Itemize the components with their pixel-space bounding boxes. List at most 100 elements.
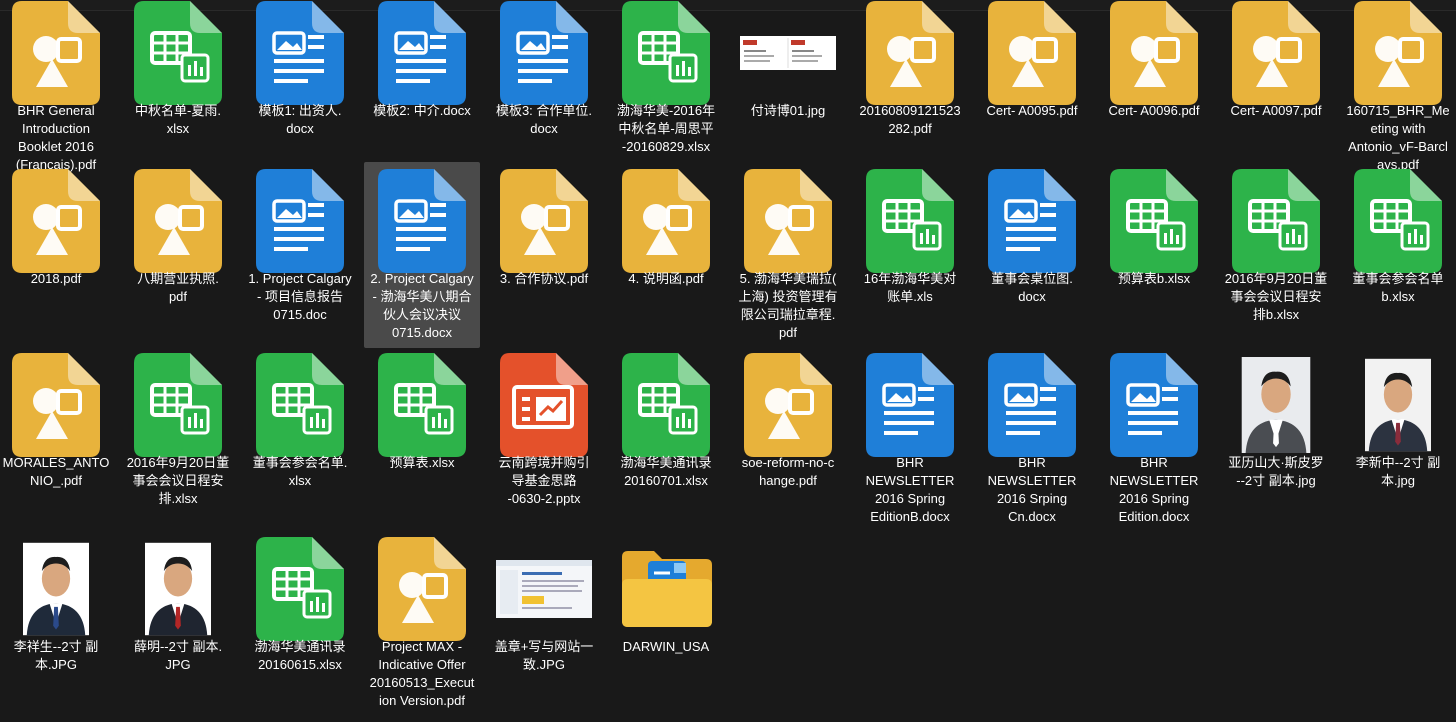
document-file-icon xyxy=(974,166,1090,276)
file-item[interactable]: 董事会桌位图. docx xyxy=(974,166,1090,306)
file-name: 160715_BHR_Me eting with Antonio_vF-Barc… xyxy=(1346,103,1450,172)
file-item[interactable]: 预算表b.xlsx xyxy=(1096,166,1212,288)
file-name: soe-reform-no-c hange.pdf xyxy=(741,455,835,488)
file-item[interactable]: 董事会参会名单. xlsx xyxy=(242,350,358,490)
file-item[interactable]: 模板3: 合作单位. docx xyxy=(486,0,602,138)
file-name: BHR NEWSLETTER 2016 Spring Edition.docx xyxy=(1109,455,1199,524)
spreadsheet-file-icon xyxy=(608,350,724,460)
file-item[interactable]: 李新中--2寸 副 本.jpg xyxy=(1340,350,1456,490)
file-item[interactable]: BHR NEWSLETTER 2016 Srping Cn.docx xyxy=(974,350,1090,526)
file-item[interactable]: 模板2: 中介.docx xyxy=(364,0,480,120)
file-name: 云南跨境并购引 导基金思路 -0630-2.pptx xyxy=(498,455,590,506)
file-item[interactable]: 2016年9月20日董 事会会议日程安 排.xlsx xyxy=(120,350,236,508)
file-name: 盖章+写与网站一 致.JPG xyxy=(494,639,594,672)
folder-icon xyxy=(608,534,724,644)
file-item[interactable]: 付诗博01.jpg xyxy=(730,0,846,120)
file-item[interactable]: 2. Project Calgary - 渤海华美八期合 伙人会议决议 0715… xyxy=(364,162,480,348)
file-item[interactable]: 盖章+写与网站一 致.JPG xyxy=(486,534,602,674)
file-item[interactable]: 中秋名单-夏雨. xlsx xyxy=(120,0,236,138)
file-name: 20160809121523 282.pdf xyxy=(859,103,961,136)
document-file-icon xyxy=(1096,350,1212,460)
file-item[interactable]: BHR General Introduction Booklet 2016 (F… xyxy=(0,0,114,174)
pdf-file-icon xyxy=(0,350,114,460)
file-item[interactable]: Cert- A0095.pdf xyxy=(974,0,1090,120)
file-name: 2016年9月20日董 事会会议日程安 排.xlsx xyxy=(126,455,230,506)
document-file-icon xyxy=(364,166,480,276)
document-file-icon xyxy=(242,0,358,108)
file-item[interactable]: 薛明--2寸 副本. JPG xyxy=(120,534,236,674)
image-thumbnail xyxy=(486,534,602,644)
file-item[interactable]: soe-reform-no-c hange.pdf xyxy=(730,350,846,490)
file-name: Project MAX - Indicative Offer 20160513_… xyxy=(369,639,475,708)
file-item[interactable]: 预算表.xlsx xyxy=(364,350,480,472)
file-item[interactable]: 16年渤海华美对 账单.xls xyxy=(852,166,968,306)
file-item[interactable]: 1. Project Calgary - 项目信息报告 0715.doc xyxy=(242,166,358,324)
file-name: 亚历山大·斯皮罗 --2寸 副本.jpg xyxy=(1228,455,1324,488)
file-item[interactable]: 云南跨境并购引 导基金思路 -0630-2.pptx xyxy=(486,350,602,508)
pdf-file-icon xyxy=(120,166,236,276)
document-file-icon xyxy=(242,166,358,276)
pdf-file-icon xyxy=(730,166,846,276)
file-item[interactable]: 3. 合作协议.pdf xyxy=(486,166,602,288)
file-item[interactable]: 李祥生--2寸 副 本.JPG xyxy=(0,534,114,674)
file-item[interactable]: 渤海华美-2016年 中秋名单-周思平 -20160829.xlsx xyxy=(608,0,724,156)
pdf-file-icon xyxy=(1340,0,1456,108)
pdf-file-icon xyxy=(974,0,1090,108)
file-item[interactable]: 亚历山大·斯皮罗 --2寸 副本.jpg xyxy=(1218,350,1334,490)
file-item[interactable]: 董事会参会名单 b.xlsx xyxy=(1340,166,1456,306)
file-name: 付诗博01.jpg xyxy=(750,103,826,118)
file-item[interactable]: 160715_BHR_Me eting with Antonio_vF-Barc… xyxy=(1340,0,1456,174)
pdf-file-icon xyxy=(730,350,846,460)
file-name: 渤海华美通讯录 20160615.xlsx xyxy=(254,639,346,672)
file-name: Cert- A0097.pdf xyxy=(1230,103,1322,118)
file-name: 渤海华美通讯录 20160701.xlsx xyxy=(620,455,712,488)
file-name: 16年渤海华美对 账单.xls xyxy=(863,271,957,304)
file-item[interactable]: 4. 说明函.pdf xyxy=(608,166,724,288)
file-name: 李新中--2寸 副 本.jpg xyxy=(1355,455,1441,488)
pdf-file-icon xyxy=(364,534,480,644)
file-name: 模板3: 合作单位. docx xyxy=(495,103,593,136)
file-item[interactable]: 2018.pdf xyxy=(0,166,114,288)
file-item[interactable]: Cert- A0097.pdf xyxy=(1218,0,1334,120)
pdf-file-icon xyxy=(0,0,114,108)
spreadsheet-file-icon xyxy=(242,350,358,460)
document-file-icon xyxy=(974,350,1090,460)
file-grid: BHR General Introduction Booklet 2016 (F… xyxy=(0,0,1456,722)
file-item[interactable]: 5. 渤海华美瑞拉( 上海) 投资管理有 限公司瑞拉章程. pdf xyxy=(730,166,846,342)
file-item[interactable]: 模板1: 出资人. docx xyxy=(242,0,358,138)
file-name: 4. 说明函.pdf xyxy=(628,271,704,286)
file-item[interactable]: 20160809121523 282.pdf xyxy=(852,0,968,138)
file-item[interactable]: Project MAX - Indicative Offer 20160513_… xyxy=(364,534,480,710)
file-name: 董事会参会名单 b.xlsx xyxy=(1352,271,1444,304)
spreadsheet-file-icon xyxy=(242,534,358,644)
file-name: Cert- A0095.pdf xyxy=(986,103,1078,118)
file-item[interactable]: 2016年9月20日董 事会会议日程安 排b.xlsx xyxy=(1218,166,1334,324)
file-item[interactable]: 渤海华美通讯录 20160615.xlsx xyxy=(242,534,358,674)
file-item[interactable]: MORALES_ANTO NIO_.pdf xyxy=(0,350,114,490)
file-name: 预算表b.xlsx xyxy=(1117,271,1191,286)
file-name: 渤海华美-2016年 中秋名单-周思平 -20160829.xlsx xyxy=(616,103,716,154)
file-name: BHR General Introduction Booklet 2016 (F… xyxy=(15,103,97,172)
file-name: BHR NEWSLETTER 2016 Spring EditionB.docx xyxy=(865,455,955,524)
spreadsheet-file-icon xyxy=(608,0,724,108)
document-file-icon xyxy=(852,350,968,460)
file-item[interactable]: DARWIN_USA xyxy=(608,534,724,656)
file-item[interactable]: Cert- A0096.pdf xyxy=(1096,0,1212,120)
file-name: 薛明--2寸 副本. JPG xyxy=(133,639,223,672)
file-name: 预算表.xlsx xyxy=(389,455,455,470)
file-name: 八期营业执照. pdf xyxy=(137,271,219,304)
file-name: 2016年9月20日董 事会会议日程安 排b.xlsx xyxy=(1224,271,1328,322)
file-item[interactable]: BHR NEWSLETTER 2016 Spring EditionB.docx xyxy=(852,350,968,526)
file-item[interactable]: BHR NEWSLETTER 2016 Spring Edition.docx xyxy=(1096,350,1212,526)
pdf-file-icon xyxy=(608,166,724,276)
photo-thumbnail xyxy=(1340,350,1456,460)
file-item[interactable]: 渤海华美通讯录 20160701.xlsx xyxy=(608,350,724,490)
spreadsheet-file-icon xyxy=(1096,166,1212,276)
pdf-file-icon xyxy=(1096,0,1212,108)
file-item[interactable]: 八期营业执照. pdf xyxy=(120,166,236,306)
file-name: MORALES_ANTO NIO_.pdf xyxy=(2,455,110,488)
file-name: 2018.pdf xyxy=(30,271,82,286)
document-file-icon xyxy=(486,0,602,108)
photo-thumbnail xyxy=(0,534,114,644)
file-name: DARWIN_USA xyxy=(622,639,710,654)
